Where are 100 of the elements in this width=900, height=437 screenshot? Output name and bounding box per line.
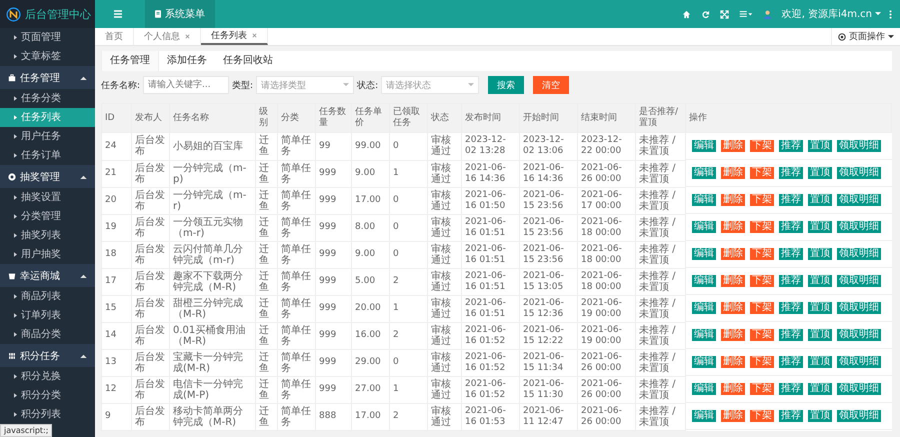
- action-button[interactable]: 推荐: [779, 275, 803, 287]
- sidebar-item[interactable]: 任务分类: [0, 89, 95, 108]
- more-icon[interactable]: [889, 10, 892, 18]
- action-button[interactable]: 删除: [721, 275, 745, 287]
- action-button[interactable]: 编辑: [692, 410, 716, 422]
- sidebar-item[interactable]: 用户抽奖: [0, 245, 95, 264]
- action-button[interactable]: 领取明细: [837, 140, 881, 152]
- sidebar-group[interactable]: 幸运商城: [0, 264, 95, 287]
- status-select[interactable]: 请选择状态: [381, 76, 480, 94]
- action-button[interactable]: 下架: [750, 302, 774, 314]
- action-button[interactable]: 领取明细: [837, 383, 881, 395]
- user-menu[interactable]: 欢迎, 资源库i4m.cn: [782, 7, 881, 21]
- type-select[interactable]: 请选择类型: [256, 76, 354, 94]
- sidebar-item[interactable]: 商品列表: [0, 287, 95, 306]
- sidebar-item[interactable]: 积分兑换: [0, 367, 95, 386]
- sidebar-item[interactable]: 商品分类: [0, 325, 95, 344]
- search-button[interactable]: 搜索: [488, 76, 524, 94]
- action-button[interactable]: 删除: [721, 194, 745, 206]
- action-button[interactable]: 编辑: [692, 248, 716, 260]
- action-button[interactable]: 推荐: [779, 167, 803, 179]
- clear-button[interactable]: 清空: [533, 76, 570, 94]
- sidebar-item[interactable]: 任务订单: [0, 146, 95, 165]
- action-button[interactable]: 领取明细: [837, 302, 881, 314]
- home-icon[interactable]: [682, 10, 691, 18]
- action-button[interactable]: 编辑: [692, 275, 716, 287]
- action-button[interactable]: 下架: [750, 356, 774, 368]
- refresh-icon[interactable]: [700, 10, 710, 18]
- action-button[interactable]: 置顶: [808, 410, 832, 422]
- action-button[interactable]: 推荐: [779, 194, 803, 206]
- action-button[interactable]: 删除: [721, 383, 745, 395]
- action-button[interactable]: 领取明细: [837, 275, 881, 287]
- action-button[interactable]: 下架: [750, 383, 774, 395]
- action-button[interactable]: 推荐: [779, 221, 803, 233]
- action-button[interactable]: 编辑: [692, 302, 716, 314]
- action-button[interactable]: 推荐: [779, 302, 803, 314]
- tab[interactable]: 添加任务: [159, 51, 215, 71]
- tab[interactable]: 任务管理: [101, 51, 159, 71]
- action-button[interactable]: 删除: [721, 140, 745, 152]
- action-button[interactable]: 编辑: [692, 167, 716, 179]
- sidebar-item[interactable]: 文章标签: [0, 47, 95, 66]
- sidebar-group[interactable]: 积分任务: [0, 344, 95, 367]
- action-button[interactable]: 删除: [721, 167, 745, 179]
- tab[interactable]: 任务回收站: [215, 51, 281, 71]
- action-button[interactable]: 推荐: [779, 140, 803, 152]
- action-button[interactable]: 领取明细: [837, 356, 881, 368]
- sidebar-item[interactable]: 任务列表: [0, 108, 95, 127]
- sidebar-item[interactable]: 抽奖列表: [0, 226, 95, 245]
- action-button[interactable]: 删除: [721, 248, 745, 260]
- action-button[interactable]: 编辑: [692, 329, 716, 341]
- action-button[interactable]: 推荐: [779, 410, 803, 422]
- action-button[interactable]: 删除: [721, 302, 745, 314]
- action-button[interactable]: 领取明细: [837, 194, 881, 206]
- action-button[interactable]: 置顶: [808, 194, 832, 206]
- page-tab[interactable]: 个人信息: [134, 28, 201, 45]
- action-button[interactable]: 领取明细: [837, 329, 881, 341]
- action-button[interactable]: 下架: [750, 194, 774, 206]
- action-button[interactable]: 删除: [721, 329, 745, 341]
- action-button[interactable]: 推荐: [779, 383, 803, 395]
- action-button[interactable]: 下架: [750, 221, 774, 233]
- sidebar-item[interactable]: 积分分类: [0, 386, 95, 405]
- grid-icon[interactable]: [738, 10, 753, 18]
- action-button[interactable]: 删除: [721, 221, 745, 233]
- action-button[interactable]: 下架: [750, 275, 774, 287]
- action-button[interactable]: 置顶: [808, 221, 832, 233]
- action-button[interactable]: 推荐: [779, 248, 803, 260]
- action-button[interactable]: 领取明细: [837, 167, 881, 179]
- sidebar-group[interactable]: 抽奖管理: [0, 165, 95, 188]
- action-button[interactable]: 置顶: [808, 140, 832, 152]
- close-icon[interactable]: [185, 34, 190, 39]
- action-button[interactable]: 领取明细: [837, 410, 881, 422]
- action-button[interactable]: 推荐: [779, 356, 803, 368]
- action-button[interactable]: 置顶: [808, 302, 832, 314]
- action-button[interactable]: 删除: [721, 356, 745, 368]
- action-button[interactable]: 下架: [750, 248, 774, 260]
- action-button[interactable]: 编辑: [692, 221, 716, 233]
- close-icon[interactable]: [252, 33, 257, 38]
- action-button[interactable]: 删除: [721, 410, 745, 422]
- action-button[interactable]: 置顶: [808, 329, 832, 341]
- page-actions-button[interactable]: 页面操作: [831, 28, 900, 45]
- sidebar-item[interactable]: 用户任务: [0, 127, 95, 146]
- action-button[interactable]: 编辑: [692, 194, 716, 206]
- action-button[interactable]: 下架: [750, 329, 774, 341]
- action-button[interactable]: 置顶: [808, 248, 832, 260]
- sidebar-item[interactable]: 抽奖设置: [0, 188, 95, 207]
- action-button[interactable]: 置顶: [808, 167, 832, 179]
- action-button[interactable]: 下架: [750, 410, 774, 422]
- fullscreen-icon[interactable]: [720, 10, 729, 18]
- menu-icon[interactable]: [113, 9, 123, 19]
- action-button[interactable]: 领取明细: [837, 221, 881, 233]
- action-button[interactable]: 领取明细: [837, 248, 881, 260]
- page-tab[interactable]: 任务列表: [201, 28, 268, 45]
- action-button[interactable]: 编辑: [692, 383, 716, 395]
- sidebar-group[interactable]: 任务管理: [0, 66, 95, 89]
- action-button[interactable]: 编辑: [692, 356, 716, 368]
- action-button[interactable]: 下架: [750, 140, 774, 152]
- action-button[interactable]: 下架: [750, 167, 774, 179]
- page-tab[interactable]: 首页: [95, 28, 134, 45]
- task-name-field[interactable]: 请输入关键字...: [143, 76, 230, 94]
- sidebar-item[interactable]: 分类管理: [0, 207, 95, 226]
- action-button[interactable]: 编辑: [692, 140, 716, 152]
